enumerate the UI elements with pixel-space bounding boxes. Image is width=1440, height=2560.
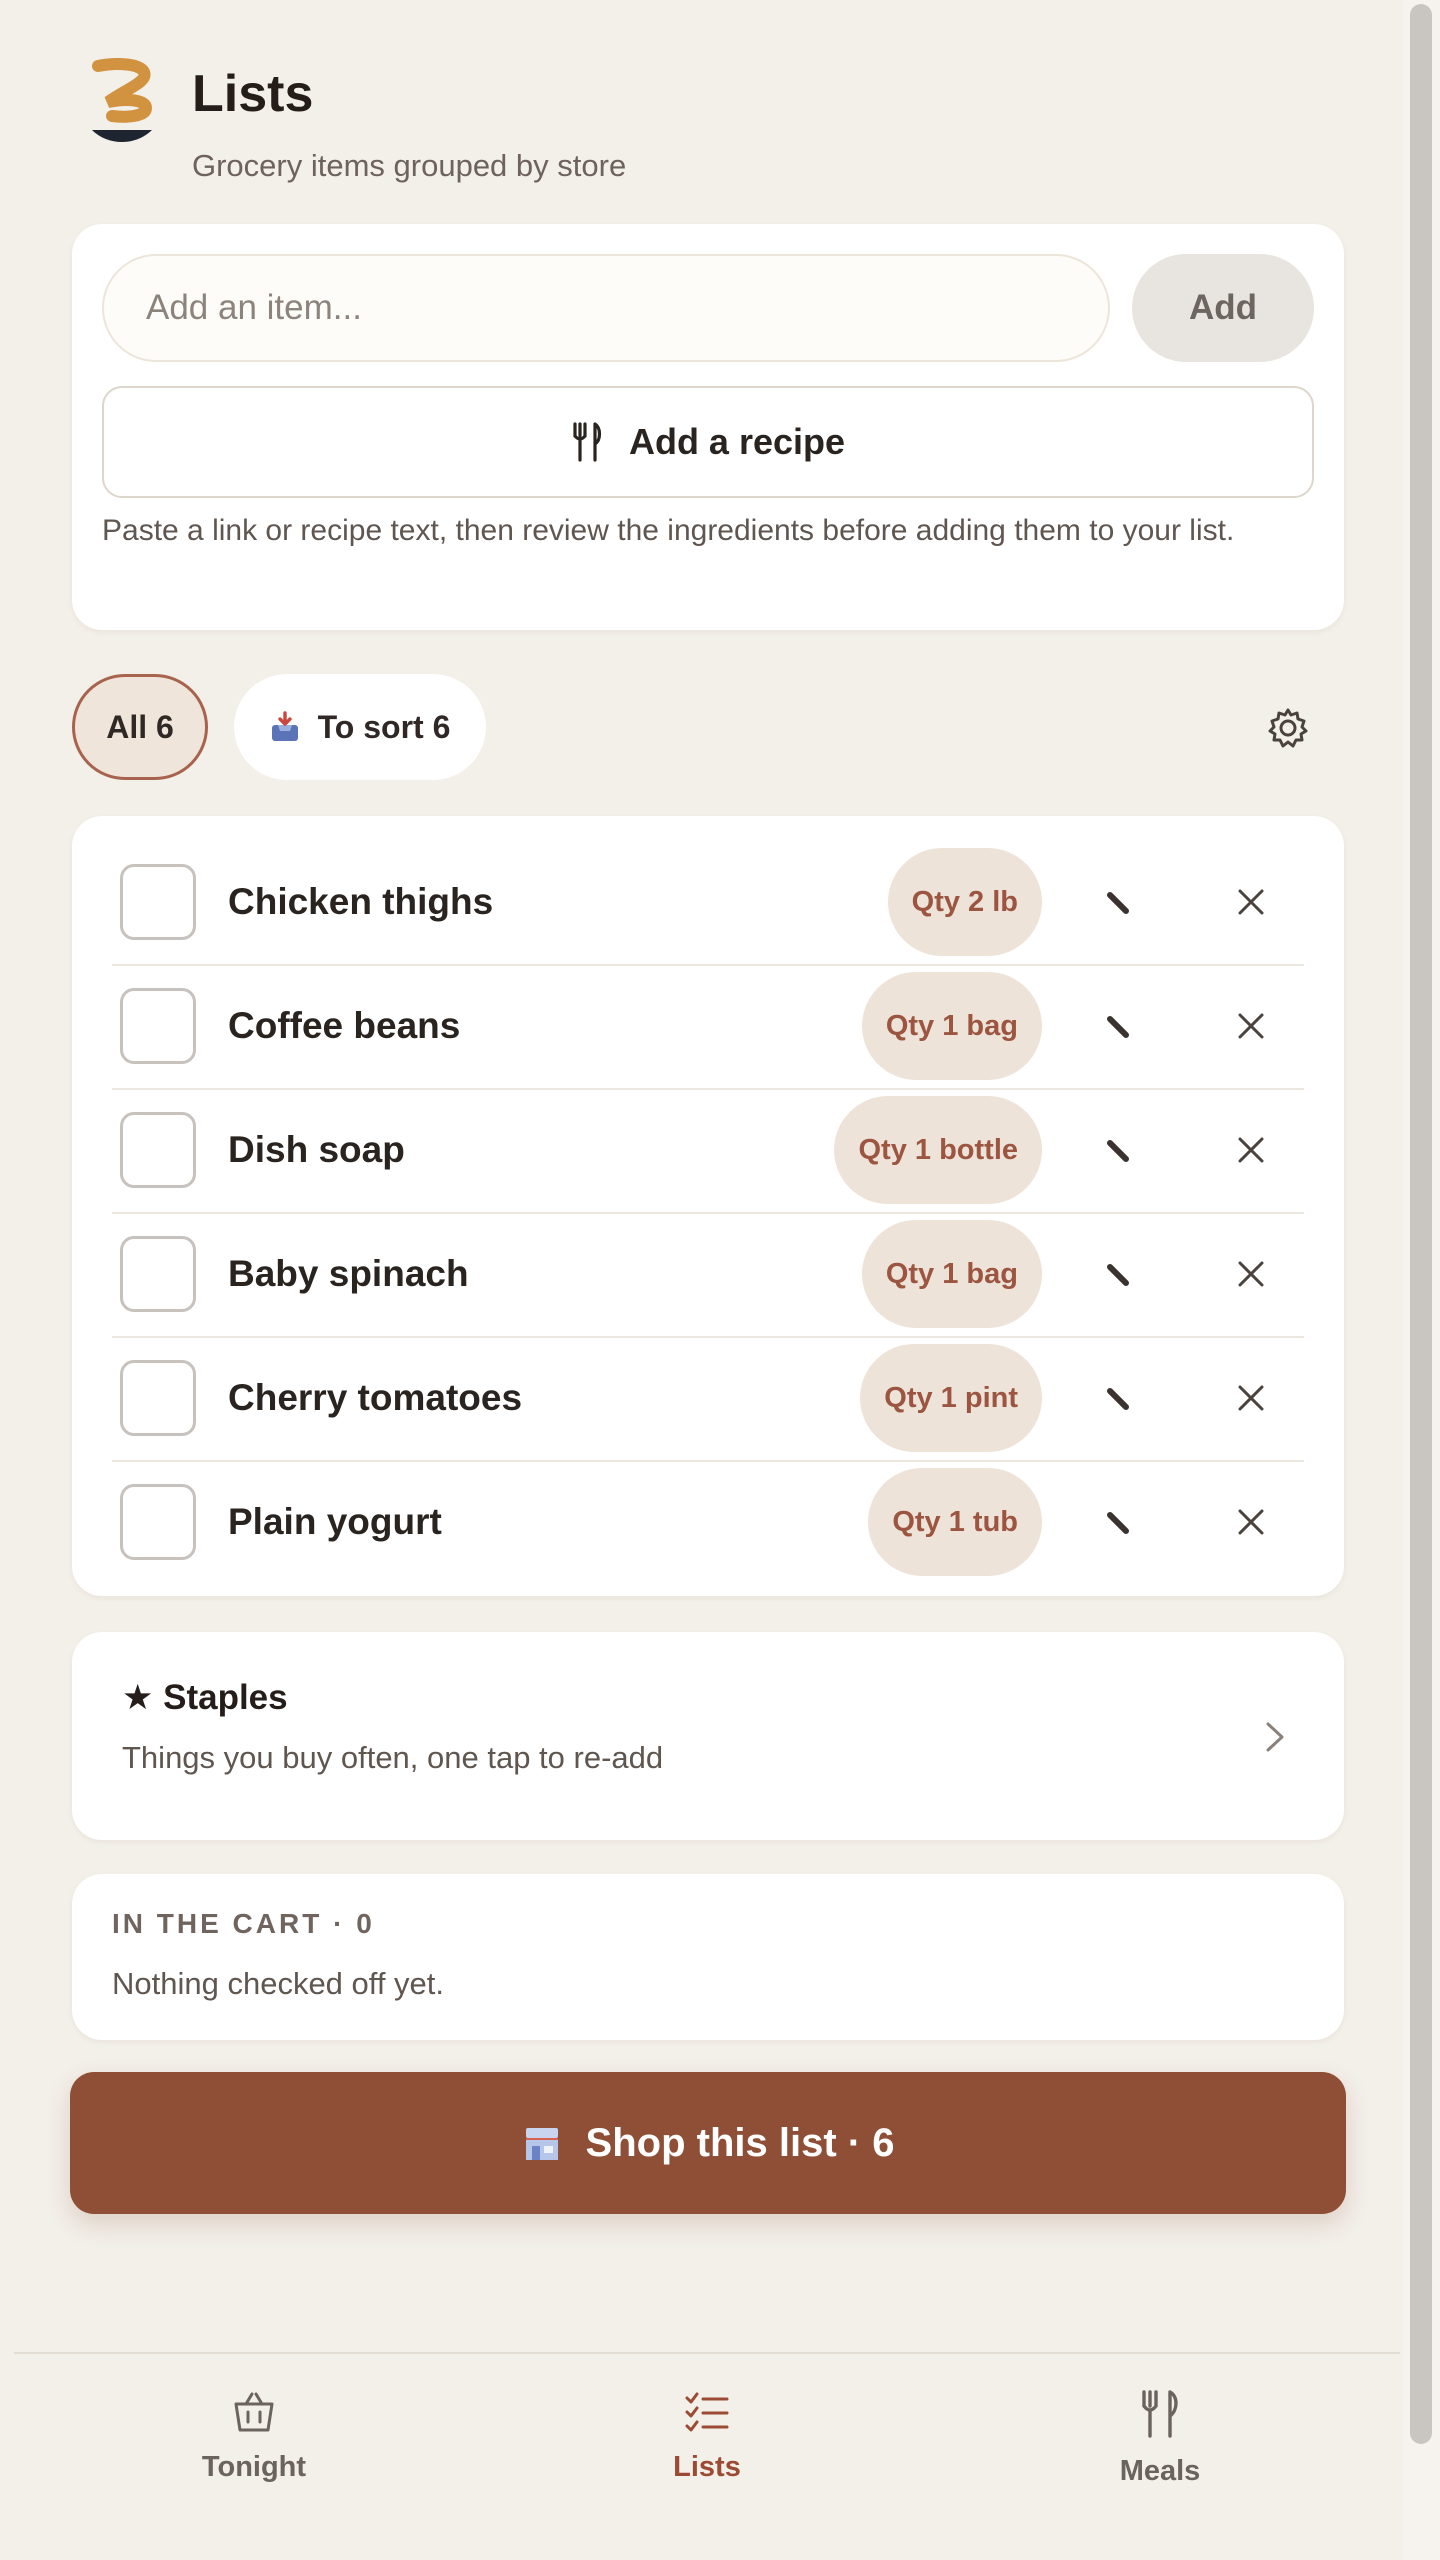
pencil-icon[interactable] [1104, 1259, 1134, 1289]
pencil-icon[interactable] [1104, 1135, 1134, 1165]
add-item-button[interactable]: Add [1132, 254, 1314, 362]
scrollbar-track[interactable] [1402, 0, 1440, 2560]
list-item: Plain yogurt Qty 1 tub [112, 1460, 1304, 1584]
nav-label-tonight: Tonight [201, 2451, 307, 2483]
list-item: Cherry tomatoes Qty 1 pint [112, 1336, 1304, 1460]
item-qty-pill[interactable]: Qty 1 bottle [834, 1096, 1042, 1204]
close-icon[interactable] [1236, 1011, 1266, 1041]
add-recipe-help-text: Paste a link or recipe text, then review… [102, 514, 1235, 547]
store-icon [525, 2128, 558, 2160]
nav-item-meals[interactable]: Meals [1060, 2390, 1260, 2488]
filter-chip-all[interactable]: All 6 [72, 674, 208, 780]
item-name: Dish soap [228, 1129, 405, 1170]
item-name: Cherry tomatoes [228, 1377, 523, 1418]
item-checkbox[interactable] [120, 1112, 196, 1188]
shop-this-list-label: Shop this list · 6 [585, 2120, 895, 2165]
inbox-tray-icon [271, 711, 298, 741]
staples-card[interactable]: ★ Staples Things you buy often, one tap … [72, 1632, 1344, 1840]
page-header: Lists Grocery items grouped by store [88, 58, 626, 184]
close-icon[interactable] [1236, 1259, 1266, 1289]
grocery-list-card: Chicken thighs Qty 2 lb Coffee beans Qty… [72, 816, 1344, 1596]
pencil-icon[interactable] [1104, 887, 1134, 917]
pencil-icon[interactable] [1104, 1011, 1134, 1041]
item-name: Coffee beans [228, 1005, 461, 1046]
in-cart-title: IN THE CART · 0 [112, 1908, 375, 1939]
page-title: Lists [192, 65, 314, 123]
item-name: Plain yogurt [228, 1501, 442, 1542]
nav-label-meals: Meals [1119, 2455, 1201, 2487]
add-recipe-button[interactable]: Add a recipe [102, 386, 1314, 498]
add-recipe-label: Add a recipe [628, 421, 846, 462]
list-item: Dish soap Qty 1 bottle [112, 1088, 1304, 1212]
staples-title: ★ Staples [122, 1678, 288, 1717]
item-name: Chicken thighs [228, 881, 494, 922]
fork-knife-icon [1142, 2390, 1178, 2438]
fork-knife-icon [573, 422, 602, 462]
chevron-right-icon [1266, 1722, 1284, 1752]
checklist-icon [685, 2392, 729, 2432]
item-checkbox[interactable] [120, 988, 196, 1064]
filter-chip-to-sort[interactable]: To sort 6 [234, 674, 486, 780]
basket-icon [234, 2392, 274, 2432]
scrollbar-thumb[interactable] [1410, 4, 1432, 2444]
swirl-bowl-logo-icon [88, 58, 156, 146]
in-cart-message: Nothing checked off yet. [112, 1966, 445, 2001]
item-qty-pill[interactable]: Qty 1 tub [868, 1468, 1042, 1576]
bottom-nav: Tonight Lists Meals [14, 2352, 1400, 2560]
filter-chip-to-sort-label: To sort 6 [317, 708, 451, 745]
nav-item-lists[interactable]: Lists [607, 2390, 807, 2484]
close-icon[interactable] [1236, 887, 1266, 917]
close-icon[interactable] [1236, 1135, 1266, 1165]
pencil-icon[interactable] [1104, 1507, 1134, 1537]
gear-icon[interactable] [1266, 706, 1310, 750]
nav-item-tonight[interactable]: Tonight [154, 2390, 354, 2484]
shop-this-list-button[interactable]: Shop this list · 6 [70, 2072, 1346, 2214]
item-checkbox[interactable] [120, 1236, 196, 1312]
list-item: Baby spinach Qty 1 bag [112, 1212, 1304, 1336]
close-icon[interactable] [1236, 1507, 1266, 1537]
item-checkbox[interactable] [120, 1360, 196, 1436]
item-name: Baby spinach [228, 1253, 469, 1294]
filter-chip-all-label: All 6 [106, 708, 174, 745]
pencil-icon[interactable] [1104, 1383, 1134, 1413]
close-icon[interactable] [1236, 1383, 1266, 1413]
staples-subtitle: Things you buy often, one tap to re-add [122, 1740, 664, 1775]
add-item-input[interactable] [102, 254, 1110, 362]
list-item: Chicken thighs Qty 2 lb [112, 840, 1304, 964]
nav-label-lists: Lists [673, 2451, 741, 2483]
page: Lists Grocery items grouped by store Add… [0, 0, 1400, 2560]
item-qty-pill[interactable]: Qty 1 bag [861, 972, 1042, 1080]
add-item-card: Add Add a recipe Paste a link or recipe … [72, 224, 1344, 630]
item-checkbox[interactable] [120, 864, 196, 940]
item-checkbox[interactable] [120, 1484, 196, 1560]
item-qty-pill[interactable]: Qty 2 lb [887, 848, 1042, 956]
list-item: Coffee beans Qty 1 bag [112, 964, 1304, 1088]
page-subtitle: Grocery items grouped by store [192, 148, 627, 183]
item-qty-pill[interactable]: Qty 1 pint [860, 1344, 1042, 1452]
item-qty-pill[interactable]: Qty 1 bag [861, 1220, 1042, 1328]
in-cart-card: IN THE CART · 0 Nothing checked off yet. [72, 1874, 1344, 2040]
